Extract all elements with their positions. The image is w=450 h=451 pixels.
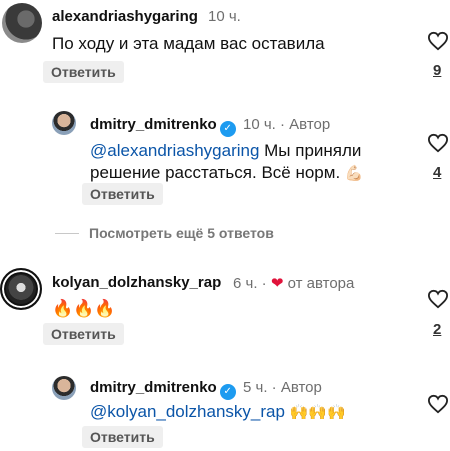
- reply-button[interactable]: Ответить: [43, 61, 124, 83]
- username[interactable]: alexandriashygaring: [52, 8, 198, 25]
- mention-link[interactable]: @alexandriashygaring: [90, 141, 259, 160]
- author-tag: · Автор: [271, 379, 322, 396]
- comment-text: 🔥🔥🔥: [52, 299, 116, 318]
- comment-time: 5 ч.: [243, 379, 268, 396]
- reply-button[interactable]: Ответить: [43, 323, 124, 345]
- username[interactable]: kolyan_dolzhansky_rap: [52, 274, 221, 291]
- comment-text: Мы приняли: [259, 141, 362, 160]
- comment-text-line2: решение расстаться. Всё норм.: [90, 163, 341, 182]
- heart-outline-icon[interactable]: [427, 133, 449, 153]
- like-count[interactable]: 9: [433, 62, 441, 79]
- verified-badge-icon: ✓: [219, 121, 236, 137]
- reply-button[interactable]: Ответить: [82, 426, 163, 448]
- comment-time: 10 ч.: [208, 8, 241, 25]
- divider-line: [55, 232, 79, 234]
- reply-button[interactable]: Ответить: [82, 183, 163, 205]
- username[interactable]: dmitry_dmitrenko: [90, 379, 217, 396]
- avatar[interactable]: [52, 376, 76, 400]
- avatar[interactable]: [2, 3, 42, 43]
- like-count[interactable]: 2: [433, 321, 441, 338]
- comment-time: 10 ч.: [243, 116, 276, 133]
- heart-outline-icon[interactable]: [427, 31, 449, 51]
- avatar[interactable]: [0, 268, 42, 310]
- flexed-biceps-emoji: 💪🏻: [344, 165, 364, 182]
- verified-badge-icon: ✓: [219, 384, 236, 400]
- like-count[interactable]: 4: [433, 164, 441, 181]
- mention-link[interactable]: @kolyan_dolzhansky_rap: [90, 402, 285, 421]
- view-more-label: Посмотреть ещё 5 ответов: [89, 225, 274, 241]
- view-more-replies[interactable]: Посмотреть ещё 5 ответов: [55, 225, 274, 241]
- author-tag: · Автор: [280, 116, 331, 133]
- heart-outline-icon[interactable]: [427, 394, 449, 414]
- comment-time: 6 ч.: [233, 275, 258, 292]
- raising-hands-emoji: 🙌🙌🙌: [289, 404, 346, 421]
- red-heart-icon: ❤: [270, 275, 284, 292]
- avatar[interactable]: [52, 111, 76, 135]
- heart-outline-icon[interactable]: [427, 289, 449, 309]
- username[interactable]: dmitry_dmitrenko: [90, 116, 217, 133]
- comment-text: По ходу и эта мадам вас оставила: [52, 34, 325, 53]
- liked-by-author: от автора: [287, 275, 355, 292]
